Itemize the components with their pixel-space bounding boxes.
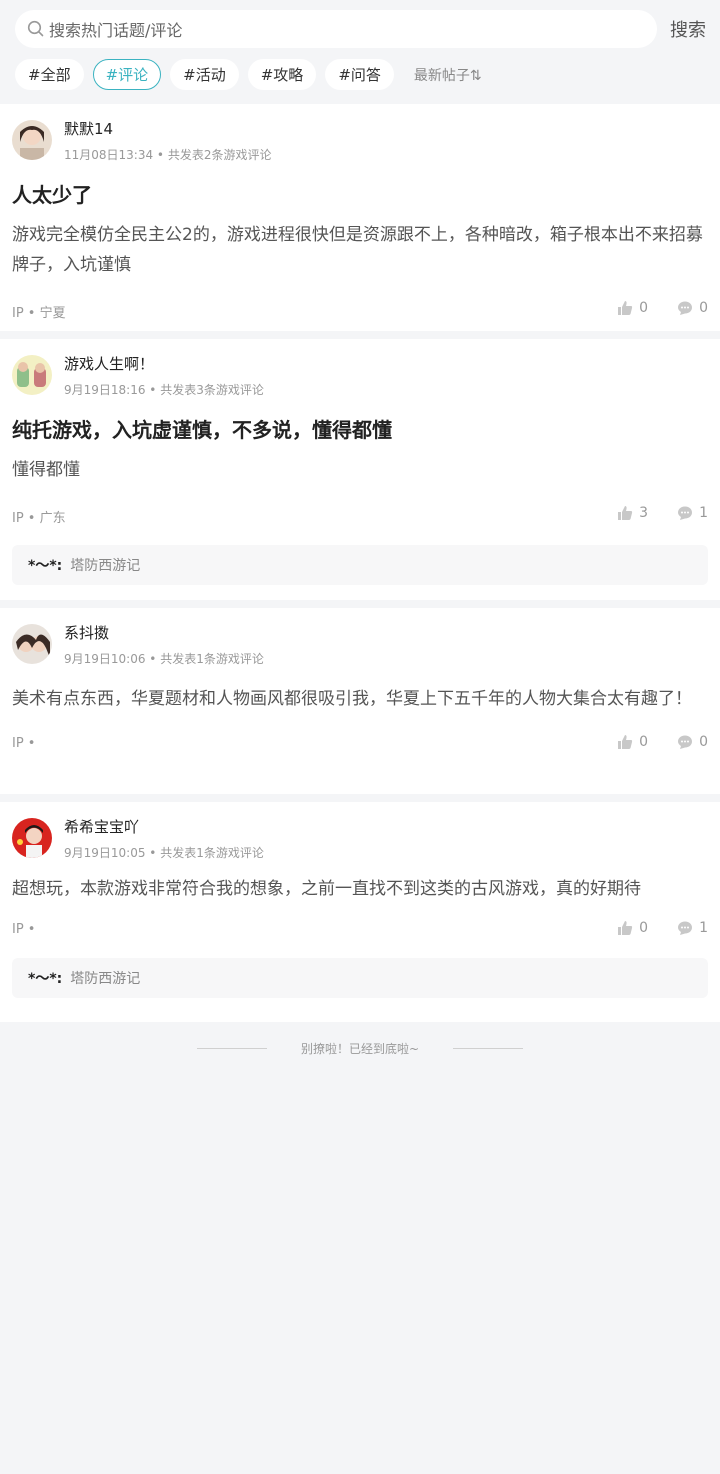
game-name: 塔防西游记 <box>70 558 141 574</box>
comment-icon <box>678 921 693 935</box>
comment-icon <box>678 506 693 520</box>
avatar[interactable] <box>12 120 52 160</box>
search-icon <box>27 20 44 37</box>
thumbs-up-icon <box>618 301 633 315</box>
game-tag[interactable]: *～*: 塔防西游记 <box>12 958 708 998</box>
tab-qa[interactable]: #问答 <box>325 59 394 90</box>
like-count: 0 <box>639 734 648 750</box>
like-button[interactable]: 0 <box>617 920 648 936</box>
comment-button[interactable]: 0 <box>677 734 708 750</box>
like-count: 3 <box>639 505 648 521</box>
comment-count: 1 <box>699 920 708 936</box>
ip-location: IP • 广东 <box>12 511 66 526</box>
comment-count: 0 <box>699 300 708 316</box>
like-count: 0 <box>639 920 648 936</box>
tab-events[interactable]: #活动 <box>170 59 239 90</box>
game-tag-symbol: *～*: <box>28 558 63 574</box>
end-of-list: 别撩啦！已经到底啦~ <box>0 1040 720 1057</box>
post-body: 懂得都懂 <box>12 460 80 480</box>
comment-count: 1 <box>699 505 708 521</box>
username[interactable]: 希希宝宝吖 <box>64 816 139 837</box>
avatar[interactable] <box>12 624 52 664</box>
thumbs-up-icon <box>618 735 633 749</box>
ip-location: IP • <box>12 736 36 751</box>
search-input[interactable]: 搜索热门话题/评论 <box>15 10 657 48</box>
divider <box>196 1048 267 1049</box>
username[interactable]: 系抖擞 <box>64 622 109 643</box>
divider <box>453 1048 524 1049</box>
post-author-row: 系抖擞 9月19日10:06 • 共发表1条游戏评论 <box>12 608 708 668</box>
post-meta: 11月08日13:34 • 共发表2条游戏评论 <box>64 148 272 162</box>
sort-toggle[interactable]: 最新帖子⇅ <box>414 65 482 85</box>
post-author-row: 默默14 11月08日13:34 • 共发表2条游戏评论 <box>12 104 708 164</box>
post-footer: IP • 0 0 <box>12 714 708 774</box>
post-footer: IP • 广东 3 1 <box>12 485 708 545</box>
category-tabs: #全部 #评论 #活动 #攻略 #问答 最新帖子⇅ <box>15 59 482 90</box>
post-title: 人太少了 <box>12 183 92 207</box>
post-body: 超想玩，本款游戏非常符合我的想象，之前一直找不到这类的古风游戏，真的好期待 <box>12 879 641 899</box>
post-card[interactable]: 游戏人生啊！ 9月19日18:16 • 共发表3条游戏评论 纯托游戏，入坑虚谨慎… <box>0 339 720 600</box>
thumbs-up-icon <box>618 506 633 520</box>
post-author-row: 希希宝宝吖 9月19日10:05 • 共发表1条游戏评论 <box>12 802 708 862</box>
post-footer: IP • 宁夏 0 0 <box>12 280 708 340</box>
post-title: 纯托游戏，入坑虚谨慎，不多说，懂得都懂 <box>12 418 392 442</box>
comment-button[interactable]: 1 <box>677 920 708 936</box>
comment-button[interactable]: 1 <box>677 505 708 521</box>
post-card[interactable]: 系抖擞 9月19日10:06 • 共发表1条游戏评论 美术有点东西，华夏题材和人… <box>0 608 720 794</box>
top-bar: 搜索热门话题/评论 搜索 #全部 #评论 #活动 #攻略 #问答 最新帖子⇅ <box>0 0 720 104</box>
comment-count: 0 <box>699 734 708 750</box>
username[interactable]: 游戏人生啊！ <box>64 353 154 374</box>
game-tag[interactable]: *～*: 塔防西游记 <box>12 545 708 585</box>
post-meta: 9月19日10:05 • 共发表1条游戏评论 <box>64 846 264 860</box>
post-author-row: 游戏人生啊！ 9月19日18:16 • 共发表3条游戏评论 <box>12 339 708 399</box>
like-button[interactable]: 3 <box>617 505 648 521</box>
avatar[interactable] <box>12 818 52 858</box>
game-tag-symbol: *～*: <box>28 971 63 987</box>
tab-review[interactable]: #评论 <box>92 59 162 90</box>
comment-button[interactable]: 0 <box>677 300 708 316</box>
ip-location: IP • 宁夏 <box>12 306 66 321</box>
post-card[interactable]: 希希宝宝吖 9月19日10:05 • 共发表1条游戏评论 超想玩，本款游戏非常符… <box>0 802 720 1022</box>
tab-all[interactable]: #全部 <box>15 59 84 90</box>
post-body: 美术有点东西，华夏题材和人物画风都很吸引我，华夏上下五千年的人物大集合太有趣了！ <box>12 689 692 709</box>
post-meta: 9月19日10:06 • 共发表1条游戏评论 <box>64 652 264 666</box>
tab-guides[interactable]: #攻略 <box>247 59 317 90</box>
like-count: 0 <box>639 300 648 316</box>
post-footer: IP • 0 1 <box>12 904 708 958</box>
ip-location: IP • <box>12 922 36 937</box>
username[interactable]: 默默14 <box>64 118 113 139</box>
post-card[interactable]: 默默14 11月08日13:34 • 共发表2条游戏评论 人太少了 游戏完全模仿… <box>0 104 720 331</box>
like-button[interactable]: 0 <box>617 734 648 750</box>
search-row: 搜索热门话题/评论 搜索 <box>15 10 706 48</box>
like-button[interactable]: 0 <box>617 300 648 316</box>
search-placeholder: 搜索热门话题/评论 <box>49 21 183 40</box>
avatar[interactable] <box>12 355 52 395</box>
post-body: 游戏完全模仿全民主公2的，游戏进程很快但是资源跟不上，各种暗改，箱子根本出不来招… <box>12 225 703 275</box>
thumbs-up-icon <box>618 921 633 935</box>
comment-icon <box>678 735 693 749</box>
game-name: 塔防西游记 <box>70 971 141 987</box>
comment-icon <box>678 301 693 315</box>
end-of-list-text: 别撩啦！已经到底啦~ <box>300 1042 420 1056</box>
post-meta: 9月19日18:16 • 共发表3条游戏评论 <box>64 383 264 397</box>
search-button[interactable]: 搜索 <box>670 16 706 42</box>
